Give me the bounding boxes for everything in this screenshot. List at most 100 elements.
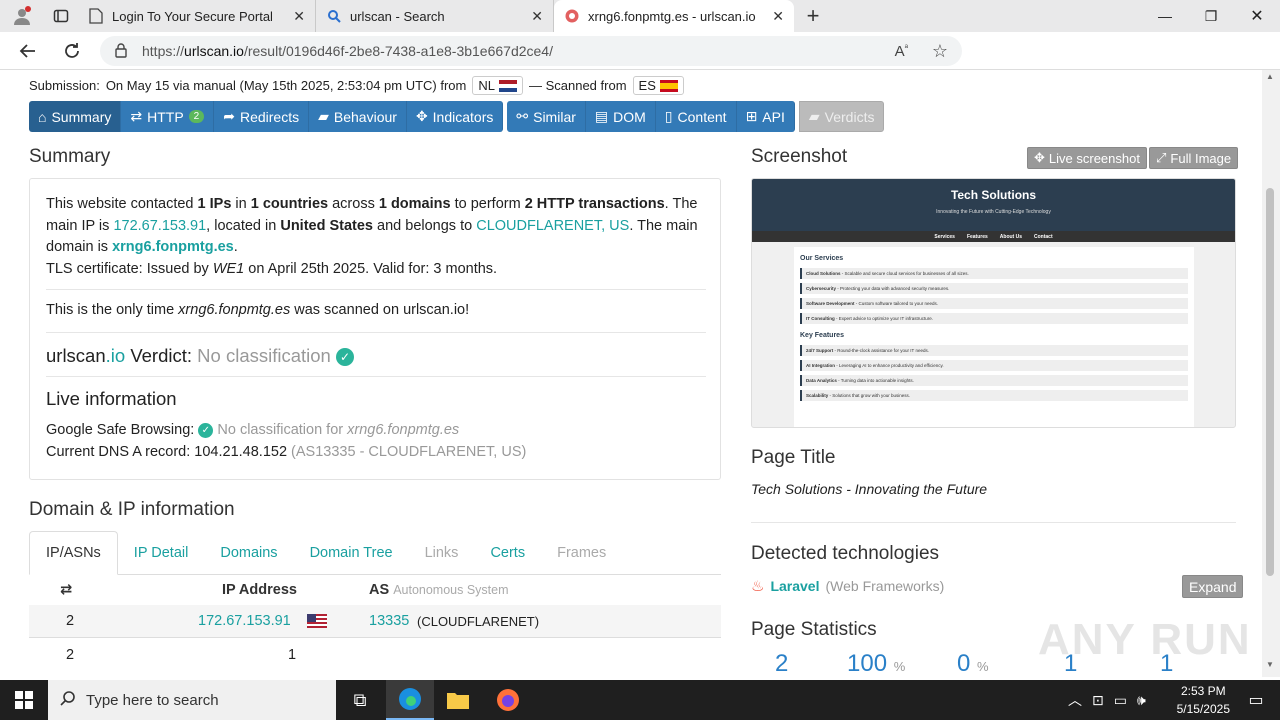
new-tab-button[interactable]: +: [794, 0, 832, 32]
profile-avatar[interactable]: [0, 0, 44, 32]
windows-taskbar: Type here to search ⧉ ︿ ⊡ ▭ 🕪 2:53 PM 5/…: [0, 680, 1280, 720]
ip-count: 1: [288, 646, 297, 663]
technology-category: (Web Frameworks): [825, 578, 945, 594]
network-icon[interactable]: ⊡: [1092, 692, 1104, 709]
taskbar-clock[interactable]: 2:53 PM 5/15/2025: [1177, 682, 1230, 718]
list-icon: ▤: [594, 108, 609, 124]
notifications-icon[interactable]: ▭: [1232, 680, 1280, 720]
window-close-button[interactable]: ✕: [1234, 0, 1280, 32]
http-button[interactable]: ⇄ HTTP 2: [121, 101, 215, 132]
home-icon: ⌂: [38, 108, 47, 125]
crosshair-icon: ✥: [415, 108, 428, 124]
tab-links[interactable]: Links: [409, 531, 475, 575]
screenshot-list-item: 24/7 Support - Round-the-clock assistanc…: [800, 345, 1188, 356]
as-column-header: AS Autonomous System: [369, 581, 509, 598]
scanned-country-badge: ES: [632, 76, 684, 95]
tab-ip-detail[interactable]: IP Detail: [118, 531, 205, 575]
close-icon[interactable]: ✕: [531, 8, 543, 25]
full-image-button[interactable]: ⤢ Full Image: [1149, 147, 1239, 169]
tab-label: xrng6.fonpmtg.es - urlscan.io: [588, 8, 756, 24]
verdict-line: urlscan.io Verdict: No classification ✓: [46, 343, 706, 369]
ip-link[interactable]: 172.67.153.91: [198, 613, 291, 629]
asn-link[interactable]: CLOUDFLARENET, US: [476, 218, 629, 234]
main-domain-link[interactable]: xrng6.fonpmtg.es: [112, 239, 234, 255]
button-label: Redirects: [239, 108, 300, 125]
comment-icon: ▰: [808, 108, 820, 124]
tab-urlscan-result[interactable]: xrng6.fonpmtg.es - urlscan.io ✕: [554, 0, 794, 32]
table-header: ⇄ IP Address AS Autonomous System: [29, 573, 721, 606]
similar-button[interactable]: ⚯ Similar: [507, 101, 586, 132]
tab-login-portal[interactable]: Login To Your Secure Portal ✕: [78, 0, 316, 32]
screenshot-thumbnail[interactable]: Tech Solutions Innovating the Future wit…: [751, 178, 1236, 428]
stat-value: 0 %: [957, 650, 989, 677]
tab-domain-tree[interactable]: Domain Tree: [294, 531, 409, 575]
redirects-button[interactable]: ➦ Redirects: [214, 101, 310, 132]
url-prefix: https://: [142, 43, 185, 59]
taskbar-search-box[interactable]: Type here to search: [48, 680, 336, 720]
favorite-star-icon[interactable]: ☆: [932, 41, 948, 62]
live-info-heading: Live information: [46, 388, 177, 409]
verified-check-icon: ✓: [335, 348, 354, 367]
read-aloud-icon[interactable]: Aᵃ: [895, 42, 908, 60]
firefox-icon[interactable]: [484, 680, 532, 720]
clock-date: 5/15/2025: [1176, 702, 1230, 716]
us-flag-icon: [307, 614, 327, 628]
tab-urlscan-search[interactable]: urlscan - Search ✕: [316, 0, 554, 32]
start-button[interactable]: [0, 680, 48, 720]
tab-domains[interactable]: Domains: [204, 531, 293, 575]
display-icon[interactable]: ▭: [1114, 692, 1127, 709]
verdicts-button[interactable]: ▰ Verdicts: [798, 101, 885, 132]
close-icon[interactable]: ✕: [293, 8, 305, 25]
request-count: 2: [66, 613, 75, 629]
back-button[interactable]: [10, 35, 46, 67]
scrollbar-thumb[interactable]: [1266, 188, 1274, 576]
dom-button[interactable]: ▤ DOM: [585, 101, 656, 132]
comment-icon: ▰: [318, 108, 329, 124]
content-button[interactable]: ▯ Content: [655, 101, 737, 132]
sort-arrows-icon[interactable]: ⇄: [60, 582, 72, 598]
laravel-link[interactable]: Laravel: [770, 578, 819, 594]
tab-actions-icon[interactable]: [44, 0, 78, 32]
chevron-up-icon[interactable]: ︿: [1068, 690, 1082, 710]
page-scrollbar[interactable]: ▲ ▼: [1262, 70, 1280, 677]
task-view-icon[interactable]: ⧉: [336, 680, 384, 720]
summary-paragraph: This website contacted 1 IPs in 1 countr…: [46, 196, 698, 277]
site-nav: Services Features About Us Contact: [752, 231, 1235, 242]
summary-button[interactable]: ⌂ Summary: [29, 101, 122, 132]
urlscan-icon: [564, 8, 580, 24]
volume-icon[interactable]: 🕪: [1137, 692, 1146, 709]
live-screenshot-button[interactable]: ✥ Live screenshot: [1027, 147, 1147, 169]
scroll-down-icon[interactable]: ▼: [1266, 660, 1274, 669]
expand-button[interactable]: Expand: [1182, 575, 1244, 598]
button-label: Summary: [51, 108, 112, 125]
scanned-label: — Scanned from: [528, 78, 627, 93]
edge-icon[interactable]: [386, 680, 434, 720]
as-name: (CLOUDFLARENET): [417, 613, 540, 629]
main-ip-link[interactable]: 172.67.153.91: [113, 218, 206, 234]
page-stats-heading: Page Statistics: [751, 619, 877, 640]
clock-time: 2:53 PM: [1180, 684, 1226, 698]
indicators-button[interactable]: ✥ Indicators: [406, 101, 504, 132]
url-host: urlscan.io: [184, 43, 244, 59]
site-title: Tech Solutions: [950, 188, 1037, 202]
page-icon: [88, 8, 104, 24]
laravel-icon: ♨: [751, 578, 765, 595]
tab-frames[interactable]: Frames: [541, 531, 622, 575]
reload-button[interactable]: [54, 35, 90, 67]
from-country-badge: NL: [472, 76, 523, 95]
grid-icon: ⊞: [745, 108, 758, 124]
tab-certs[interactable]: Certs: [474, 531, 541, 575]
as-link[interactable]: 13335: [369, 613, 409, 629]
behaviour-button[interactable]: ▰ Behaviour: [309, 101, 407, 132]
api-button[interactable]: ⊞ API: [736, 101, 795, 132]
url-field[interactable]: https://urlscan.io/result/0196d46f-2be8-…: [100, 36, 962, 66]
restore-button[interactable]: ❐: [1188, 0, 1234, 32]
file-explorer-icon[interactable]: [434, 680, 482, 720]
technologies-heading: Detected technologies: [751, 543, 940, 564]
minimize-button[interactable]: —: [1142, 0, 1188, 32]
scroll-up-icon[interactable]: ▲: [1266, 72, 1274, 81]
tab-ip-asns[interactable]: IP/ASNs: [29, 531, 118, 575]
button-label: HTTP: [147, 108, 184, 125]
close-icon[interactable]: ✕: [772, 8, 784, 25]
button-label: Verdicts: [824, 108, 875, 125]
